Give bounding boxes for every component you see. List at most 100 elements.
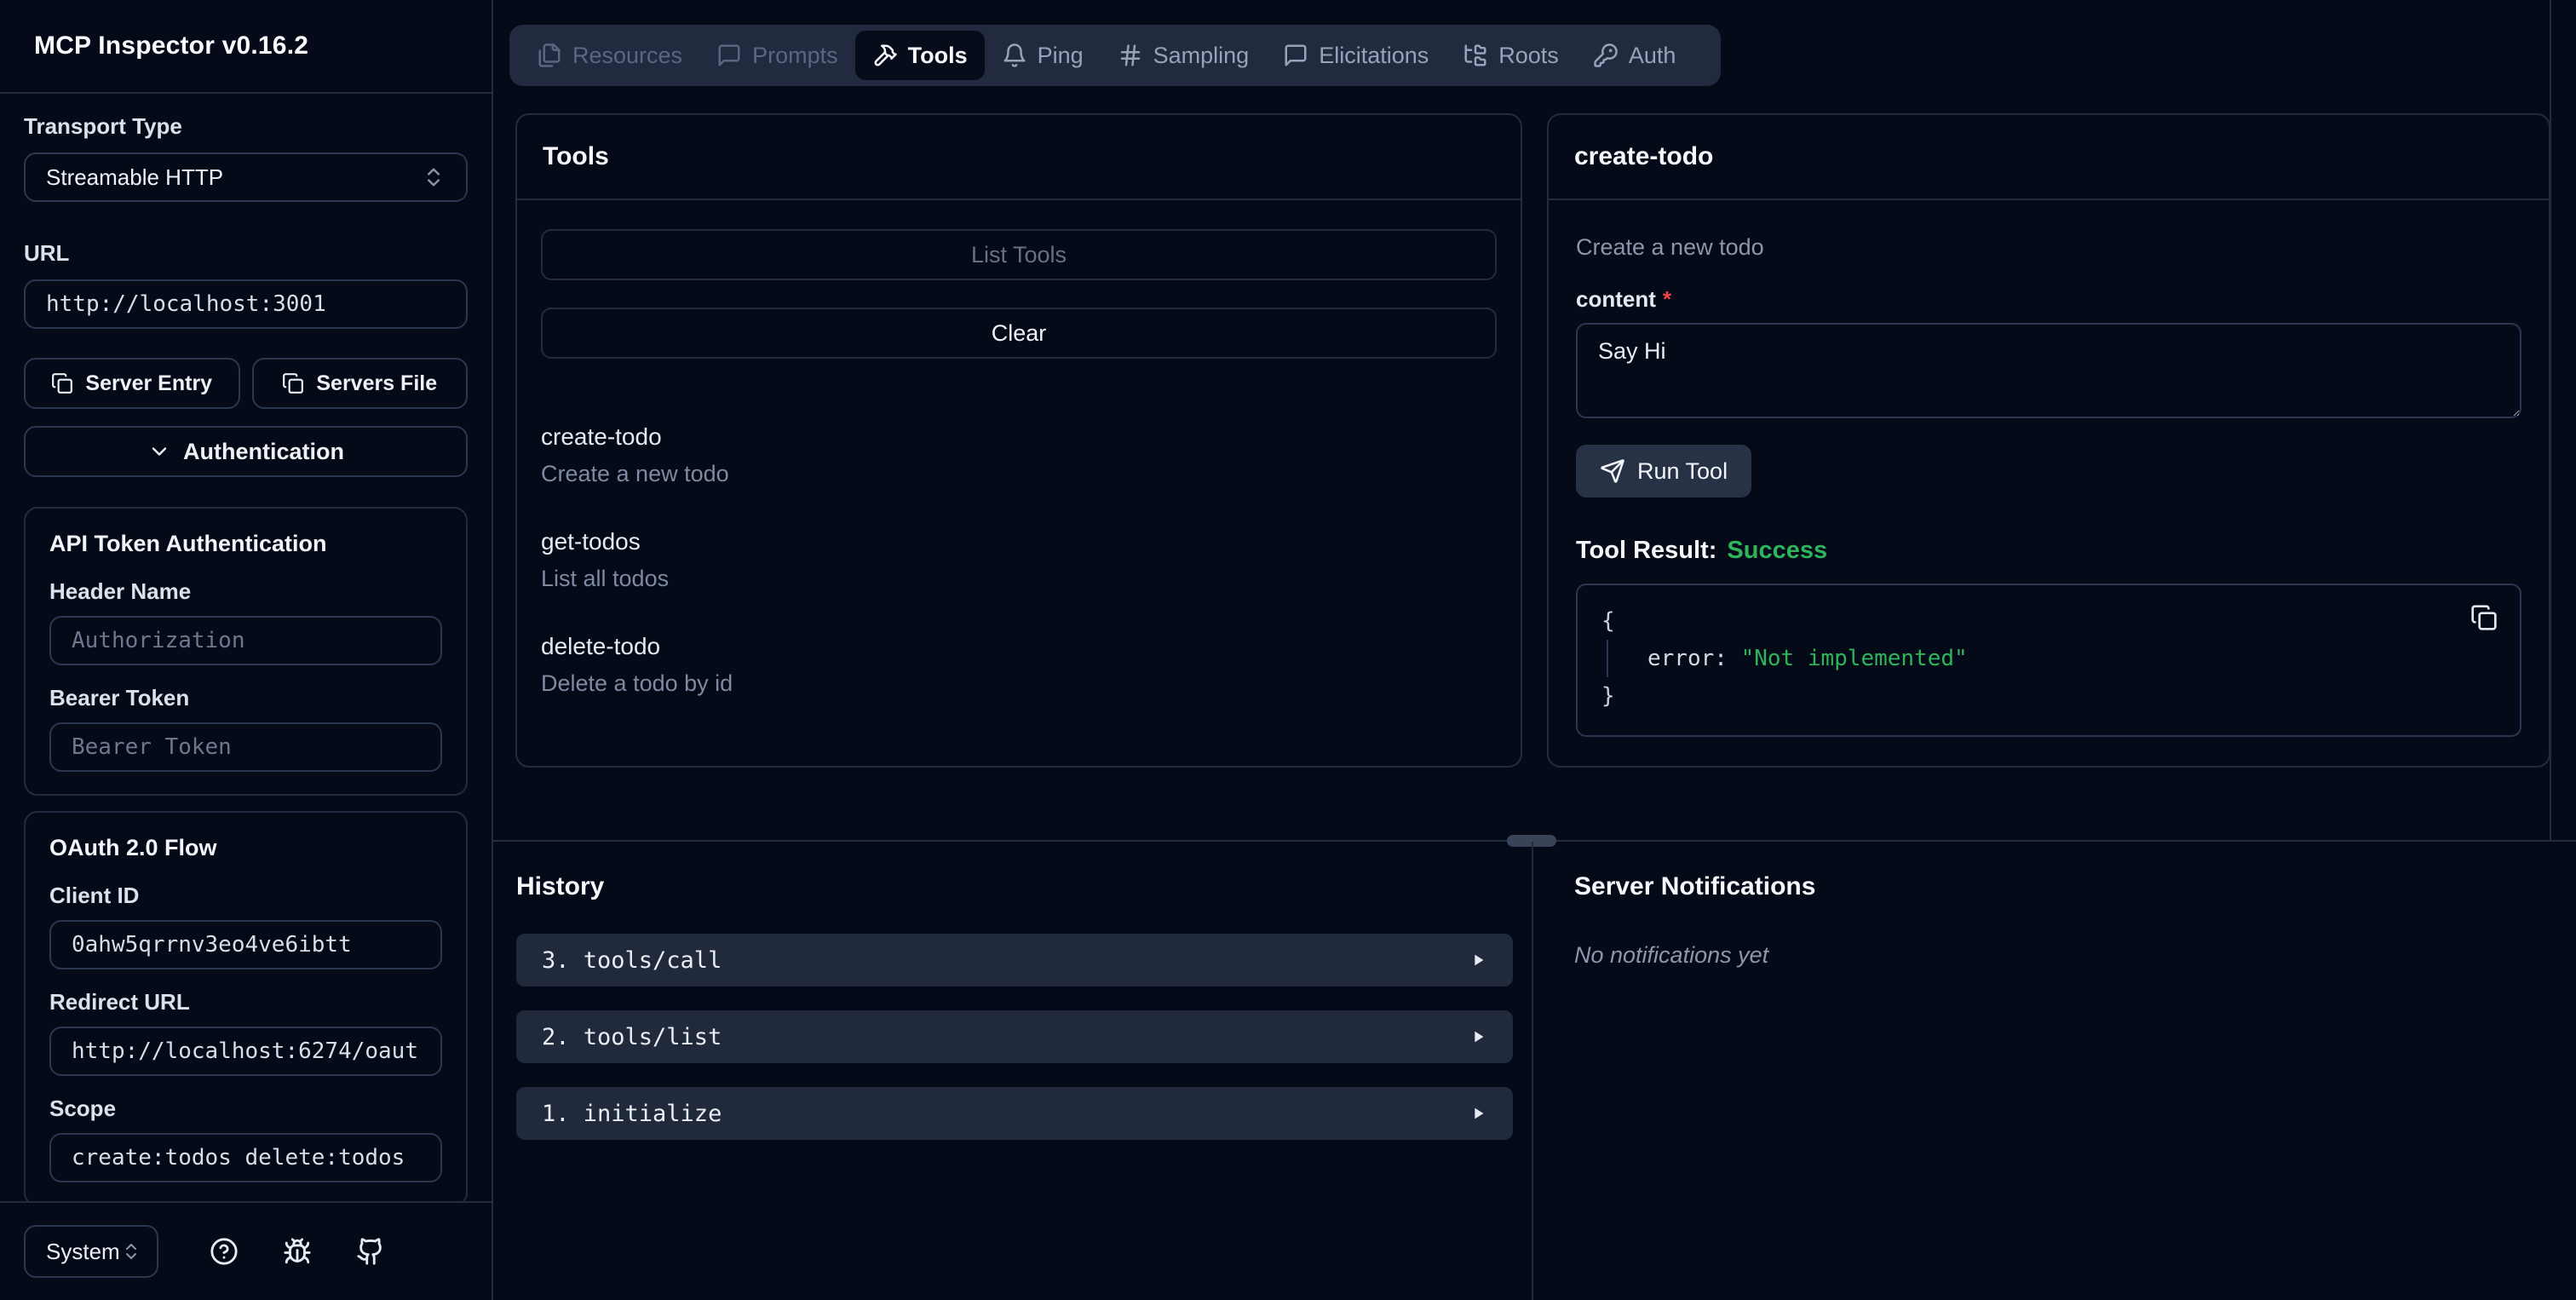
server-entry-label: Server Entry <box>85 371 213 395</box>
tool-detail-header: create-todo <box>1549 115 2549 200</box>
message-square-icon <box>718 44 740 66</box>
authentication-toggle-label: Authentication <box>183 438 344 464</box>
api-token-card: API Token Authentication Header Name Bea… <box>24 507 468 796</box>
folder-tree-icon <box>1464 44 1486 66</box>
list-tools-button[interactable]: List Tools <box>541 229 1497 280</box>
chevrons-up-down-icon <box>126 1244 136 1259</box>
tool-result-label: Tool Result: <box>1576 537 1717 564</box>
copy-icon <box>2471 605 2497 630</box>
required-marker: * <box>1662 286 1672 312</box>
redirect-url-input[interactable] <box>49 1027 442 1076</box>
header-name-input[interactable] <box>49 616 442 665</box>
content-field-label: content <box>1576 286 1656 312</box>
tab-ping[interactable]: Ping <box>985 31 1101 80</box>
tool-result-line: Tool Result: Success <box>1576 537 2521 565</box>
tab-prompts[interactable]: Prompts <box>699 31 855 80</box>
copy-result-button[interactable] <box>2470 604 2498 634</box>
tab-auth[interactable]: Auth <box>1576 31 1693 80</box>
no-notifications-text: No notifications yet <box>1574 942 1769 968</box>
server-notifications-title: Server Notifications <box>1574 872 1816 900</box>
tool-result-status: Success <box>1727 537 1828 564</box>
header-name-label: Header Name <box>49 578 192 604</box>
json-string-value: "Not implemented" <box>1740 646 1968 671</box>
authentication-toggle[interactable]: Authentication <box>24 426 468 477</box>
content-textarea[interactable]: Say Hi <box>1576 323 2521 418</box>
redirect-url-label: Redirect URL <box>49 989 190 1015</box>
tab-label: Auth <box>1628 42 1676 68</box>
tab-label: Ping <box>1037 42 1084 68</box>
tool-name: get-todos <box>541 528 641 555</box>
history-item-label: 1. initialize <box>542 1100 722 1127</box>
debug-button[interactable] <box>283 1237 312 1266</box>
tool-list: create-todo Create a new todo get-todos … <box>541 422 1497 698</box>
copy-buttons-row: Server Entry Servers File <box>24 358 468 409</box>
tab-label: Tools <box>907 42 968 68</box>
tool-description: Delete a todo by id <box>541 670 733 696</box>
tools-panel: Tools List Tools Clear create-todo Creat… <box>515 113 1522 768</box>
tab-elicitations[interactable]: Elicitations <box>1266 31 1446 80</box>
tool-detail-body: Create a new todo content * Say Hi Run To… <box>1549 200 2549 737</box>
tab-label: Roots <box>1498 42 1559 68</box>
github-button[interactable] <box>356 1237 385 1266</box>
history-rows: 3. tools/call 2. tools/list 1. initializ… <box>516 934 1513 1140</box>
tab-label: Resources <box>572 42 683 68</box>
transport-type-value: Streamable HTTP <box>46 164 224 190</box>
tool-result-json: { error: "Not implemented" } <box>1576 584 2521 737</box>
clear-button[interactable]: Clear <box>541 308 1497 359</box>
bearer-token-input[interactable] <box>49 722 442 772</box>
history-panel: History 3. tools/call 2. tools/list 1. i… <box>516 869 1513 1140</box>
bug-icon <box>284 1238 311 1264</box>
oauth-title: OAuth 2.0 Flow <box>49 835 217 860</box>
tools-panel-title: Tools <box>543 142 609 170</box>
right-panel-edge <box>2550 0 2551 840</box>
history-item-tools-call[interactable]: 3. tools/call <box>516 934 1513 987</box>
tab-label: Prompts <box>752 42 838 68</box>
transport-type-select[interactable]: Streamable HTTP <box>24 152 468 202</box>
tool-list-item[interactable]: delete-todo Delete a todo by id <box>541 631 1497 698</box>
main-tabbar: Resources Prompts Tools Ping Sampling El… <box>509 25 1721 86</box>
expand-arrow-icon <box>1475 1107 1484 1119</box>
tab-sampling[interactable]: Sampling <box>1101 31 1267 80</box>
servers-file-label: Servers File <box>316 371 438 395</box>
run-tool-button[interactable]: Run Tool <box>1576 445 1752 498</box>
theme-value: System <box>46 1238 120 1264</box>
message-square-icon <box>1285 44 1307 66</box>
tab-resources[interactable]: Resources <box>520 31 699 80</box>
help-button[interactable] <box>210 1237 239 1266</box>
tab-roots[interactable]: Roots <box>1446 31 1576 80</box>
json-key: error: <box>1647 646 1728 671</box>
server-entry-button[interactable]: Server Entry <box>24 358 240 409</box>
scope-input[interactable] <box>49 1133 442 1182</box>
history-item-tools-list[interactable]: 2. tools/list <box>516 1010 1513 1063</box>
tab-tools[interactable]: Tools <box>854 31 985 80</box>
tool-detail-description: Create a new todo <box>1576 234 1764 260</box>
history-item-label: 2. tools/list <box>542 1023 722 1050</box>
copy-icon <box>52 373 73 394</box>
api-token-title: API Token Authentication <box>49 531 327 556</box>
tool-description: Create a new todo <box>541 461 729 486</box>
expand-arrow-icon <box>1475 1031 1484 1043</box>
sidebar-body: Transport Type Streamable HTTP URL Serve… <box>0 94 492 1201</box>
copy-icon <box>283 373 304 394</box>
history-item-initialize[interactable]: 1. initialize <box>516 1087 1513 1140</box>
history-item-label: 3. tools/call <box>542 946 722 974</box>
client-id-input[interactable] <box>49 920 442 969</box>
json-close-brace: } <box>1601 683 1615 709</box>
tool-list-item[interactable]: get-todos List all todos <box>541 526 1497 593</box>
oauth-card: OAuth 2.0 Flow Client ID Redirect URL Sc… <box>24 811 468 1201</box>
history-title: History <box>516 872 605 900</box>
url-input[interactable] <box>24 279 468 329</box>
send-icon <box>1601 459 1624 483</box>
theme-select[interactable]: System <box>24 1225 158 1278</box>
footer-icons <box>210 1237 385 1266</box>
mcp-inspector-app: MCP Inspector v0.16.2 Transport Type Str… <box>0 0 2576 1300</box>
tool-list-item[interactable]: create-todo Create a new todo <box>541 422 1497 488</box>
sidebar: MCP Inspector v0.16.2 Transport Type Str… <box>0 0 493 1300</box>
vertical-panel-divider <box>1532 842 1533 1300</box>
scope-label: Scope <box>49 1096 117 1121</box>
content-field-label-row: content * <box>1576 285 2521 313</box>
github-icon <box>357 1238 382 1265</box>
servers-file-button[interactable]: Servers File <box>251 358 468 409</box>
app-title: MCP Inspector v0.16.2 <box>34 32 309 60</box>
tab-label: Sampling <box>1153 42 1250 68</box>
